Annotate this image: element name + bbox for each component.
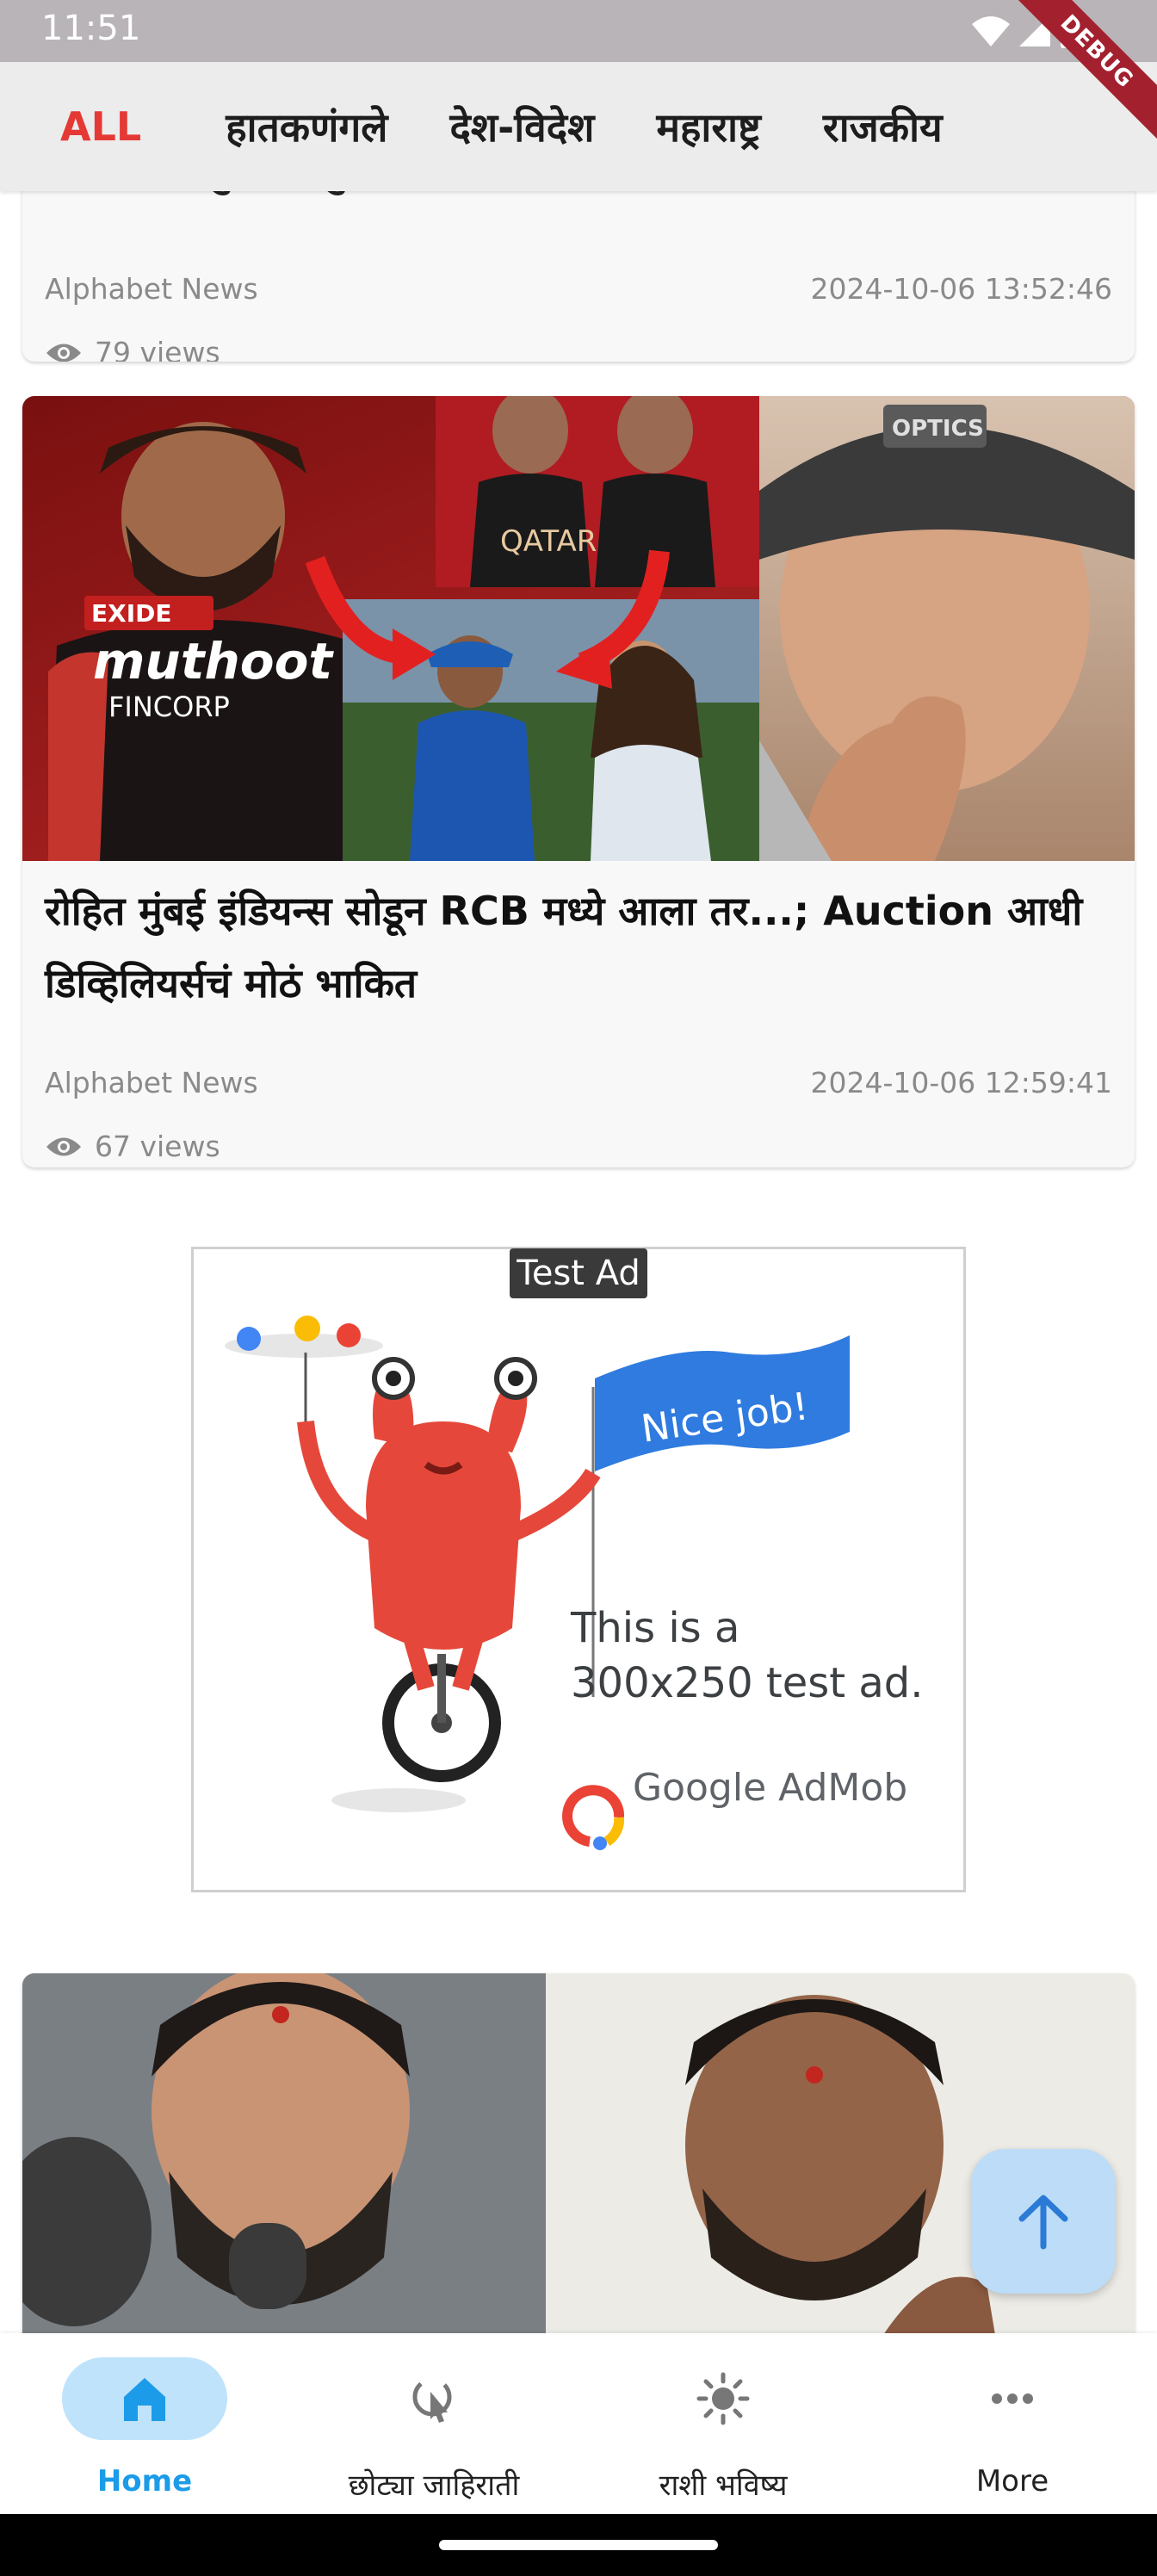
ad-body-text: This is a 300x250 test ad. [571, 1604, 924, 1707]
cursor-click-icon [412, 2377, 452, 2423]
bottom-navigation: Home छोट्या जाहिराती राशी भविष्य More [0, 2333, 1157, 2514]
nav-home-label: Home [96, 2464, 193, 2499]
ad-banner[interactable]: Nice job! This is a 300x250 test ad. Goo… [191, 1247, 966, 1892]
home-gesture-handle[interactable] [439, 2540, 718, 2550]
status-time: 11:51 [41, 9, 141, 48]
cap-text: OPTICS [892, 416, 984, 442]
news-card-title: अल्पवयीन मुलीला सुपारी देत केले कांड [45, 191, 1112, 207]
news-card-views: 67 views [45, 1130, 220, 1163]
tab-rajkiya[interactable]: राजकीय [792, 100, 974, 153]
sponsor-text-muthoot: muthoot [93, 632, 334, 690]
nav-horoscope[interactable]: राशी भविष्य [578, 2333, 868, 2514]
nav-more[interactable]: More [868, 2333, 1157, 2514]
home-icon [124, 2378, 165, 2421]
status-bar: 11:51 [0, 0, 1157, 62]
news-feed: अल्पवयीन मुलीला सुपारी देत केले कांड Alp… [0, 191, 1157, 2333]
arrow-up-icon [1018, 2195, 1068, 2250]
ad-brand-name: Google AdMob [633, 1766, 908, 1810]
wifi-icon [972, 16, 1010, 46]
tab-hatkanangale[interactable]: हातकणंगले [195, 100, 418, 153]
jersey-text: QATAR [500, 524, 597, 559]
eye-icon [46, 344, 81, 362]
nav-home[interactable]: Home [0, 2333, 289, 2514]
views-count: 79 views [95, 336, 220, 362]
news-card-title: रोहित मुंबई इंडियन्स सोडून RCB मध्ये आला… [45, 888, 1083, 1006]
nav-home-indicator [62, 2357, 227, 2440]
nav-horoscope-label: राशी भविष्य [659, 2468, 788, 2503]
more-horizontal-icon [992, 2393, 1033, 2404]
news-card[interactable]: अल्पवयीन मुलीला सुपारी देत केले कांड Alp… [22, 191, 1135, 362]
news-card[interactable] [22, 1973, 1135, 2333]
tab-all[interactable]: ALL [0, 103, 195, 150]
ad-brand: Google AdMob [571, 1766, 907, 1810]
views-count: 67 views [95, 1130, 220, 1163]
news-card-image[interactable] [22, 1973, 1135, 2333]
sun-icon [696, 2372, 750, 2425]
scroll-to-top-button[interactable] [971, 2149, 1116, 2294]
category-tab-bar: ALL हातकणंगले देश-विदेश महाराष्ट्र राजकी… [0, 62, 1157, 191]
sponsor-text-exide: EXIDE [91, 599, 172, 628]
news-card-source: Alphabet News [45, 272, 258, 306]
sponsor-text-fincorp: FINCORP [108, 690, 230, 723]
news-card-image[interactable]: EXIDE muthoot FINCORP QATAR OPTICS [22, 396, 1135, 861]
news-card[interactable]: EXIDE muthoot FINCORP QATAR OPTICS रोहित… [22, 396, 1135, 1167]
nav-classifieds-label: छोट्या जाहिराती [348, 2468, 520, 2503]
tab-maharashtra[interactable]: महाराष्ट्र [625, 100, 791, 153]
category-tab-row: ALL हातकणंगले देश-विदेश महाराष्ट्र राजकी… [0, 62, 974, 191]
news-card-source: Alphabet News [45, 1066, 258, 1099]
news-card-views: 79 views [45, 336, 220, 362]
test-ad-label: Test Ad [510, 1248, 647, 1298]
tab-desh-videsh[interactable]: देश-विदेश [418, 100, 625, 153]
nav-more-label: More [975, 2464, 1049, 2499]
nav-classifieds[interactable]: छोट्या जाहिराती [289, 2333, 578, 2514]
eye-icon [46, 1137, 81, 1155]
news-card-date: 2024-10-06 12:59:41 [810, 1066, 1112, 1099]
news-card-date: 2024-10-06 13:52:46 [810, 272, 1112, 306]
